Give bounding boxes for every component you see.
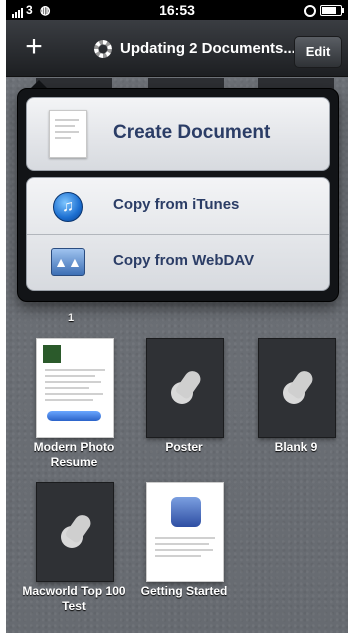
status-bar: 3 ◍ 16:53 [6,0,348,20]
battery-icon [320,5,344,17]
pages-pen-icon [167,367,204,408]
orientation-lock-icon [304,4,316,17]
document-thumbnail[interactable] [36,338,114,438]
pages-pen-icon [57,511,94,552]
document-label: Modern Photo Resume [33,440,115,469]
add-menu-popover: Create Document ♫ Copy from iTunes ▲▲ Co… [17,88,339,302]
create-document-button[interactable]: Create Document [26,97,330,171]
status-right [304,3,344,17]
status-time: 16:53 [159,2,195,18]
create-document-label: Create Document [113,122,271,143]
edit-button[interactable]: Edit [294,36,342,68]
webdav-icon: ▲▲ [51,248,85,276]
document-label: Poster [165,440,203,454]
copy-from-itunes-button[interactable]: ♫ Copy from iTunes [27,178,329,234]
document-label: Getting Started [140,584,228,598]
copy-itunes-label: Copy from iTunes [113,196,240,213]
document-thumbnail[interactable] [146,338,224,438]
nav-title: Updating 2 Documents... [120,40,296,57]
copy-from-webdav-button[interactable]: ▲▲ Copy from WebDAV [27,234,329,290]
document-thumbnail[interactable] [36,482,114,582]
pages-pen-icon [279,367,316,408]
pages-logo-icon [171,497,201,527]
nav-bar: + Updating 2 Documents... Edit [6,20,348,77]
itunes-icon: ♫ [53,192,83,222]
document-thumbnail[interactable] [258,338,336,438]
phone-screen: 3 ◍ 16:53 + Updating 2 Documents... Edit… [6,0,348,633]
copy-sources: ♫ Copy from iTunes ▲▲ Copy from WebDAV [26,177,330,291]
photo-icon [43,345,61,363]
add-button[interactable]: + [18,32,50,64]
hidden-label-fragment: 1 [67,312,75,324]
document-label: Macworld Top 100 Test [22,584,126,613]
document-label: Blank 9 [274,440,318,454]
blank-document-icon [49,110,87,158]
document-thumbnail[interactable] [146,482,224,582]
copy-webdav-label: Copy from WebDAV [113,252,255,269]
activity-spinner-icon [94,40,112,58]
blue-bar [47,411,101,421]
